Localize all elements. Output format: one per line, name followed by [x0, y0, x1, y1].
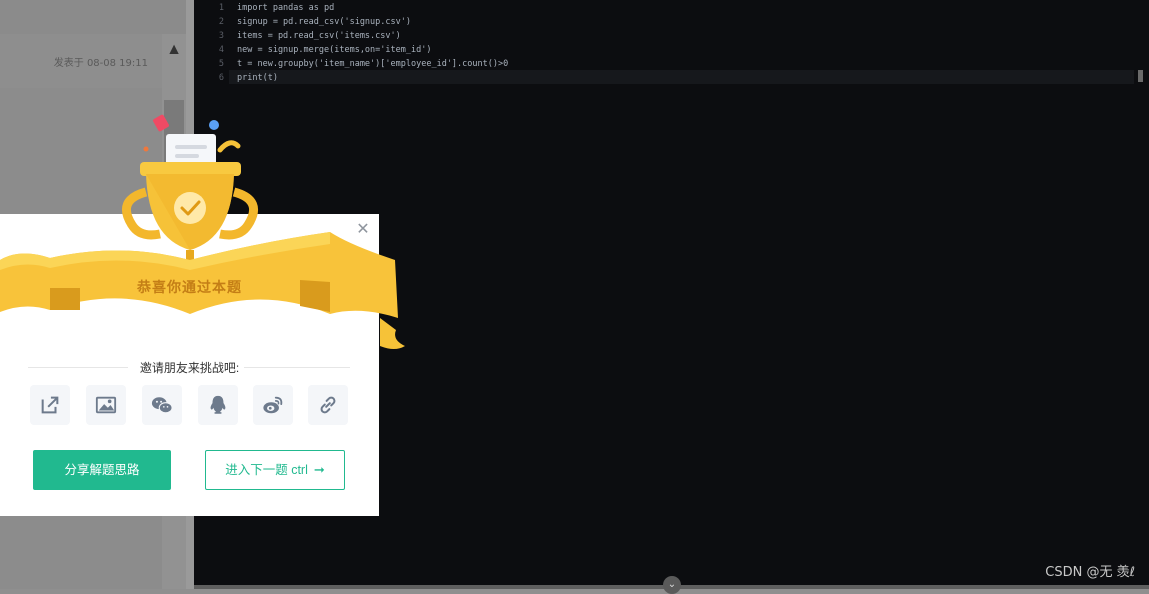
comment-item: 发表于 08-08 19:11: [0, 34, 162, 88]
image-share-button[interactable]: [86, 385, 126, 425]
code-line[interactable]: 3 items = pd.read_csv('items.csv'): [194, 29, 1094, 43]
line-number: 5: [218, 59, 224, 69]
code-line[interactable]: 5 t = new.groupby('item_name')['employee_…: [194, 57, 1094, 71]
line-number: 1: [218, 3, 224, 13]
weibo-icon: [263, 396, 283, 414]
congrats-text: 恭喜你通过本题: [137, 279, 242, 295]
trophy-illustration: [0, 114, 405, 349]
external-share-button[interactable]: [30, 385, 70, 425]
close-icon[interactable]: ✕: [355, 222, 371, 238]
post-time: 发表于 08-08 19:11: [53, 58, 148, 69]
confetti-yellow: [217, 140, 241, 153]
qq-icon: [210, 395, 226, 414]
left-header: [0, 0, 194, 35]
link-icon: [320, 396, 336, 414]
weibo-share-button[interactable]: [253, 385, 293, 425]
next-question-button[interactable]: 进入下一题 ctrl ➞: [205, 450, 345, 490]
scroll-up-icon[interactable]: ▲: [164, 40, 184, 60]
wechat-share-button[interactable]: [142, 385, 182, 425]
code-line[interactable]: 6 print(t): [194, 71, 1094, 85]
line-number: 2: [218, 17, 224, 27]
copy-link-button[interactable]: [308, 385, 348, 425]
confetti-blue: [209, 120, 219, 130]
code-line[interactable]: 4 new = signup.merge(items,on='item_id'): [194, 43, 1094, 57]
external-share-icon: [41, 396, 59, 414]
code-text[interactable]: import pandas as pd: [237, 1, 334, 15]
collapse-chevron-icon[interactable]: ⌄: [663, 576, 681, 594]
image-icon: [95, 396, 117, 414]
code-text[interactable]: t = new.groupby('item_name')['employee_i…: [237, 57, 508, 71]
invite-text: 邀请朋友来挑战吧:: [139, 361, 240, 375]
watermark: CSDN @无 羡ℓ: [1045, 565, 1135, 580]
code-text[interactable]: new = signup.merge(items,on='item_id'): [237, 43, 431, 57]
line-number: 4: [218, 45, 224, 55]
confetti-red: [153, 114, 169, 132]
code-text[interactable]: signup = pd.read_csv('signup.csv'): [237, 15, 411, 29]
share-solution-button[interactable]: 分享解题思路: [33, 450, 171, 490]
code-line[interactable]: 1 import pandas as pd: [194, 1, 1094, 15]
wechat-icon: [151, 397, 173, 414]
arrow-right-icon: ➞: [313, 462, 325, 477]
code-line[interactable]: 2 signup = pd.read_csv('signup.csv'): [194, 15, 1094, 29]
qq-share-button[interactable]: [198, 385, 238, 425]
editor-scrollbar[interactable]: [1138, 70, 1143, 82]
code-text[interactable]: print(t): [237, 71, 278, 85]
confetti-orange: [143, 146, 149, 152]
code-text[interactable]: items = pd.read_csv('items.csv'): [237, 29, 401, 43]
next-question-label: 进入下一题 ctrl: [225, 463, 308, 477]
line-number: 3: [218, 31, 224, 41]
line-number: 6: [218, 73, 224, 83]
